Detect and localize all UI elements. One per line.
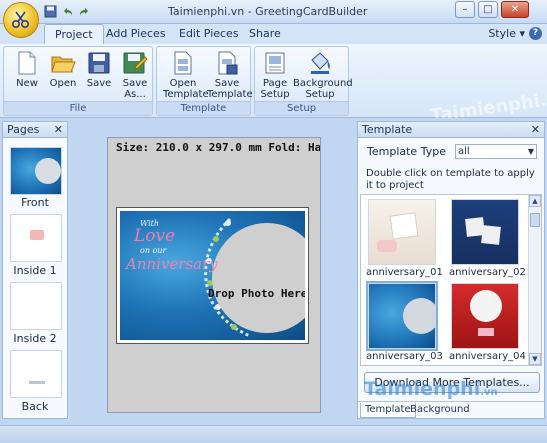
tab-add-pieces[interactable]: Add Pieces [96, 24, 176, 44]
template-name: anniversary_03 [366, 351, 443, 362]
help-icon[interactable]: ? [529, 27, 542, 40]
template-item[interactable]: anniversary_02 [449, 199, 526, 278]
card-preview[interactable]: With Love on our Anniversary Drop Photo … [120, 211, 305, 340]
pages-panel-header: Pages ✕ [3, 122, 67, 138]
chevron-down-icon: ▼ [527, 147, 534, 156]
save-as-icon [123, 52, 148, 74]
file-group: New Open Save Save As... File [3, 46, 153, 116]
new-button[interactable]: New [10, 50, 44, 89]
page-thumb-front[interactable] [10, 147, 62, 195]
template-type-label: Template Type [367, 145, 446, 158]
save-template-icon [218, 51, 238, 75]
page-thumb-inside-1[interactable] [10, 214, 62, 262]
status-bar [0, 425, 547, 443]
page-label-inside-2: Inside 2 [13, 332, 57, 345]
chevron-down-icon: ▾ [519, 27, 525, 40]
new-file-icon [18, 51, 36, 75]
page-label-back: Back [21, 400, 49, 413]
scroll-up-icon[interactable]: ▲ [529, 195, 541, 207]
redo-icon[interactable] [78, 5, 91, 18]
watermark: Taimienphi.vn [364, 378, 498, 400]
template-panel-header: Template ✕ [358, 122, 544, 138]
template-thumb [366, 281, 438, 351]
folder-open-icon [51, 56, 76, 73]
card-text-on-our: on our [140, 246, 167, 255]
template-thumb [451, 283, 519, 349]
style-label: Style [488, 27, 516, 40]
scroll-down-icon[interactable]: ▼ [529, 353, 541, 365]
open-template-button[interactable]: Open Template [161, 50, 209, 100]
page-label-inside-1: Inside 1 [13, 264, 57, 277]
template-item[interactable]: anniversary_03 [366, 281, 443, 362]
open-button[interactable]: Open [46, 50, 80, 89]
page-setup-icon [265, 52, 285, 74]
page-thumb-inside-2[interactable] [10, 282, 62, 330]
template-scrollbar[interactable]: ▲ ▼ [528, 195, 541, 365]
save-as-button[interactable]: Save As... [118, 50, 152, 100]
close-icon[interactable]: ✕ [531, 122, 540, 137]
ribbon-tabs: Project Add Pieces Edit Pieces Share Sty… [0, 24, 547, 44]
scroll-thumb[interactable] [530, 213, 540, 227]
design-canvas[interactable]: Size: 210.0 x 297.0 mm Fold: HalfF With … [107, 137, 321, 413]
app-menu-button[interactable] [3, 2, 39, 38]
card-text-anniversary: Anniversary [126, 255, 218, 273]
template-type-select[interactable]: all ▼ [455, 144, 537, 159]
undo-icon[interactable] [61, 5, 74, 18]
size-info: Size: 210.0 x 297.0 mm Fold: HalfF [116, 141, 321, 154]
template-list[interactable]: anniversary_01 anniversary_02 anniversar… [360, 194, 542, 366]
maximize-button[interactable]: □ [478, 1, 498, 18]
template-thumb [451, 199, 519, 265]
tab-edit-pieces[interactable]: Edit Pieces [169, 24, 249, 44]
template-group-label: Template [157, 101, 250, 115]
card-frame: With Love on our Anniversary Drop Photo … [116, 207, 309, 344]
template-name: anniversary_02 [449, 267, 526, 278]
page-label-front: Front [21, 196, 49, 209]
paint-bucket-icon [311, 52, 330, 74]
template-type-value: all [458, 146, 470, 157]
ribbon: Taimienphi.vn New Open Save Save As... F… [0, 44, 547, 127]
template-panel-title: Template [362, 123, 413, 136]
template-group: Open Template Save Template Template [156, 46, 253, 116]
setup-group: Page Setup Background Setup Setup [254, 46, 353, 116]
save-template-button[interactable]: Save Template [205, 50, 253, 100]
open-template-icon [174, 51, 192, 75]
pages-panel-title: Pages [7, 123, 40, 136]
file-group-label: File [4, 101, 152, 115]
tab-background[interactable]: Background [406, 403, 474, 418]
pages-panel: Pages ✕ Front Inside 1 Inside 2 Back [2, 121, 68, 419]
card-text-love: Love [134, 226, 176, 246]
floppy-disk-icon [88, 52, 110, 74]
template-bottom-tabs: Template Background [358, 401, 544, 418]
template-type-row: Template Type all ▼ [358, 142, 544, 160]
close-button[interactable]: ✕ [501, 1, 529, 18]
tab-share[interactable]: Share [239, 24, 291, 44]
minimize-button[interactable]: – [455, 1, 475, 18]
page-thumb-back[interactable] [10, 350, 62, 398]
tab-project[interactable]: Project [44, 24, 104, 44]
style-menu[interactable]: Style ▾ [488, 27, 525, 40]
template-name: anniversary_04 [449, 351, 526, 362]
drop-photo-label: Drop Photo Here [208, 287, 305, 300]
template-name: anniversary_01 [366, 267, 443, 278]
template-hint: Double click on template to apply it to … [366, 168, 535, 191]
template-thumb [368, 199, 436, 265]
close-icon[interactable]: ✕ [54, 122, 63, 137]
page-setup-button[interactable]: Page Setup [258, 50, 292, 100]
template-item[interactable]: anniversary_04 [449, 283, 526, 362]
title-bar: Taimienphi.vn - GreetingCardBuilder – □ … [0, 0, 547, 38]
scissors-icon [11, 11, 30, 29]
template-item[interactable]: anniversary_01 [366, 199, 443, 278]
template-panel: Template ✕ Template Type all ▼ Double cl… [357, 121, 545, 419]
quick-save-icon[interactable] [44, 5, 57, 18]
setup-group-label: Setup [255, 101, 348, 115]
background-setup-button[interactable]: Background Setup [293, 50, 353, 100]
window-title: Taimienphi.vn - GreetingCardBuilder [168, 5, 368, 18]
save-button[interactable]: Save [84, 50, 114, 89]
